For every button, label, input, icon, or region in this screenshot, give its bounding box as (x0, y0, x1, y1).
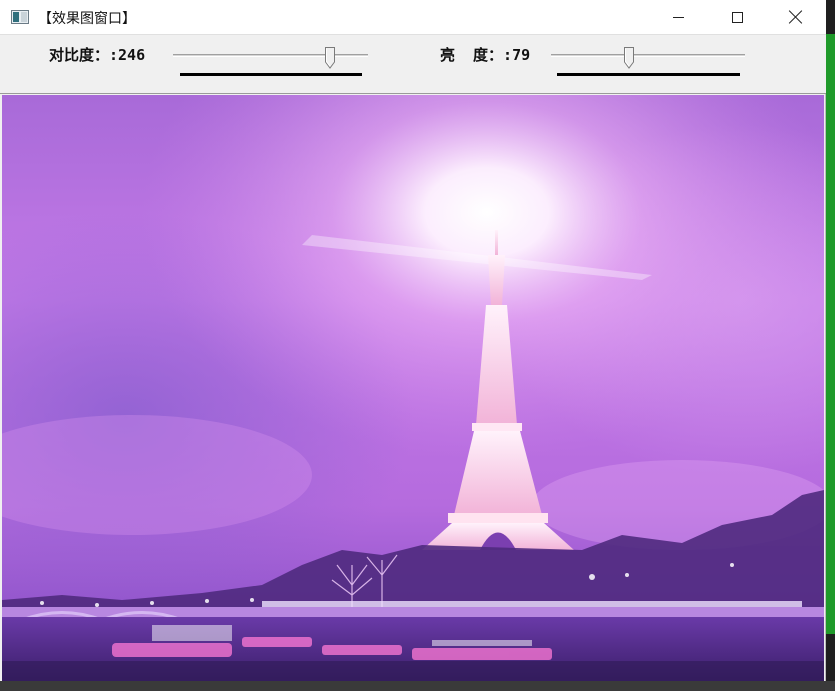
title-bar[interactable]: 【效果图窗口】 (0, 0, 826, 34)
trackbar-panel: 对比度：:246 亮 度：:79 (0, 34, 826, 94)
brightness-slider-track[interactable] (551, 54, 745, 57)
contrast-tick-bar (180, 73, 362, 76)
window-title: 【效果图窗口】 (38, 11, 136, 27)
minimize-button[interactable] (655, 0, 701, 34)
desktop-edge-accent (826, 34, 835, 634)
contrast-label: 对比度：:246 (49, 46, 146, 64)
maximize-icon (731, 11, 743, 23)
brightness-slider-thumb[interactable] (624, 47, 634, 69)
brightness-tick-bar (557, 73, 740, 76)
effect-window: 【效果图窗口】 对比度：:246 亮 度：:79 (0, 0, 826, 681)
minimize-icon (672, 16, 684, 18)
app-window-icon (11, 10, 29, 24)
eiffel-tower-night-image (2, 95, 824, 681)
contrast-slider[interactable] (173, 47, 368, 77)
brightness-label: 亮 度：:79 (440, 46, 531, 64)
contrast-slider-track[interactable] (173, 54, 368, 57)
effect-image (2, 95, 824, 681)
close-icon (789, 10, 803, 24)
desktop-bottom (0, 681, 835, 691)
brightness-slider[interactable] (551, 47, 746, 77)
contrast-slider-thumb[interactable] (325, 47, 335, 69)
maximize-button[interactable] (714, 0, 760, 34)
close-button[interactable] (773, 0, 819, 34)
